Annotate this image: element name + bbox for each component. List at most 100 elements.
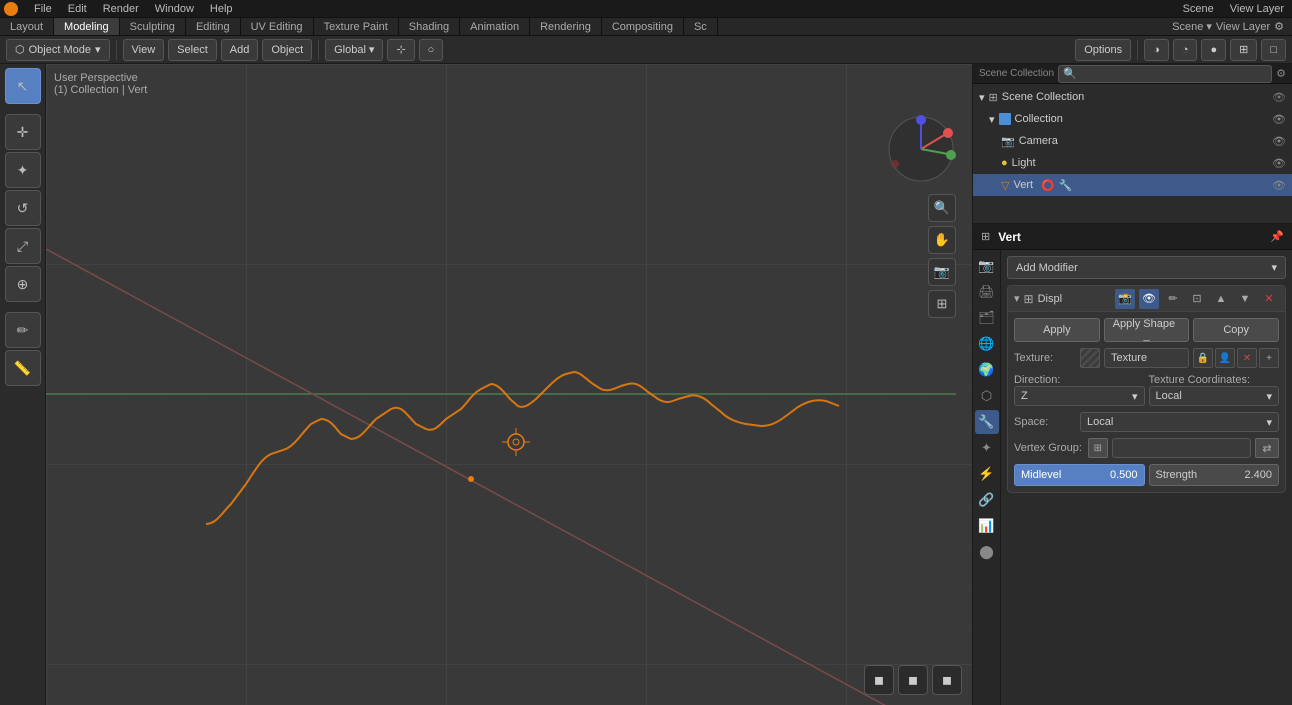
texture-new-icon[interactable]: + — [1259, 348, 1279, 368]
mod-move-down-icon[interactable]: ▼ — [1235, 289, 1255, 309]
tab-rendering[interactable]: Rendering — [530, 18, 602, 35]
menu-help[interactable]: Help — [206, 3, 237, 15]
camera-eye[interactable]: 👁 — [1272, 135, 1286, 148]
prop-material-icon[interactable]: ⬤ — [975, 540, 999, 564]
prop-view-layer-icon[interactable]: 🗂 — [975, 306, 999, 330]
mod-move-up-icon[interactable]: ▲ — [1211, 289, 1231, 309]
tab-animation[interactable]: Animation — [460, 18, 530, 35]
filter-icon[interactable]: ⚙ — [1274, 20, 1284, 33]
apply-shape-btn[interactable]: Apply Shape _ — [1104, 318, 1190, 342]
timeline-btn-3[interactable]: ◼ — [932, 665, 962, 695]
tab-shading[interactable]: Shading — [399, 18, 460, 35]
view-menu-btn[interactable]: View — [123, 39, 165, 61]
tool-scale[interactable]: ⤢ — [5, 228, 41, 264]
object-menu-btn[interactable]: Object — [262, 39, 312, 61]
viewport-xray[interactable]: □ — [1261, 39, 1286, 61]
outliner-search-input[interactable] — [1058, 65, 1272, 83]
menu-render[interactable]: Render — [99, 3, 143, 15]
tab-compositing[interactable]: Compositing — [602, 18, 684, 35]
vertex-group-input[interactable] — [1112, 438, 1251, 458]
tab-modeling[interactable]: Modeling — [54, 18, 120, 35]
camera-view-btn[interactable]: 📷 — [928, 258, 956, 286]
viewport-shading-material[interactable]: ◔ — [1173, 39, 1198, 61]
timeline-btn-2[interactable]: ◼ — [898, 665, 928, 695]
add-menu-btn[interactable]: Add — [221, 39, 259, 61]
prop-constraints-icon[interactable]: 🔗 — [975, 488, 999, 512]
select-menu-btn[interactable]: Select — [168, 39, 217, 61]
pan-btn[interactable]: ✋ — [928, 226, 956, 254]
outliner-filter-icon[interactable]: ⚙ — [1276, 67, 1286, 80]
menu-file[interactable]: File — [30, 3, 56, 15]
tool-transform[interactable]: ⊕ — [5, 266, 41, 302]
prop-render-icon[interactable]: 📷 — [975, 254, 999, 278]
vertex-swap-btn[interactable]: ⇄ — [1255, 438, 1279, 458]
modifier-collapse-icon[interactable]: ▾ — [1014, 292, 1020, 305]
tab-layout[interactable]: Layout — [0, 18, 54, 35]
tool-select[interactable]: ↖ — [5, 68, 41, 104]
menu-edit[interactable]: Edit — [64, 3, 91, 15]
vertex-group-icon[interactable]: ⊞ — [1088, 438, 1108, 458]
scene-collection-eye[interactable]: 👁 — [1272, 91, 1286, 104]
blender-logo-icon[interactable] — [4, 2, 18, 16]
texture-clear-icon[interactable]: ✕ — [1237, 348, 1257, 368]
transform-dropdown[interactable]: Global ▾ — [325, 39, 383, 61]
prop-scene-icon[interactable]: 🌐 — [975, 332, 999, 356]
direction-dropdown[interactable]: Z ▾ — [1014, 386, 1145, 406]
outliner-item-light[interactable]: ● Light 👁 — [973, 152, 1292, 174]
render-region-btn[interactable]: ⊞ — [928, 290, 956, 318]
tool-move[interactable]: ✦ — [5, 152, 41, 188]
collection-eye[interactable]: 👁 — [1272, 113, 1286, 126]
tab-sc[interactable]: Sc — [684, 18, 718, 35]
mod-close-icon[interactable]: ✕ — [1259, 289, 1279, 309]
view-layer-dropdown[interactable]: View Layer — [1216, 21, 1270, 33]
zoom-in-btn[interactable]: 🔍 — [928, 194, 956, 222]
mod-render-icon[interactable]: 📸 — [1115, 289, 1135, 309]
prop-modifier-icon active[interactable]: 🔧 — [975, 410, 999, 434]
mod-viewport-icon[interactable]: 👁 — [1139, 289, 1159, 309]
prop-physics-icon[interactable]: ⚡ — [975, 462, 999, 486]
outliner-item-camera[interactable]: 📷 Camera 👁 — [973, 130, 1292, 152]
space-dropdown[interactable]: Local ▾ — [1080, 412, 1279, 432]
mod-edit-icon[interactable]: ✏ — [1163, 289, 1183, 309]
viewport-shading-rendered[interactable]: ● — [1201, 39, 1226, 61]
scene-dropdown[interactable]: Scene ▾ — [1172, 20, 1212, 33]
viewport[interactable]: User Perspective (1) Collection | Vert — [46, 64, 972, 705]
tab-sculpting[interactable]: Sculpting — [120, 18, 186, 35]
menu-window[interactable]: Window — [151, 3, 198, 15]
timeline-btn-1[interactable]: ◼ — [864, 665, 894, 695]
prop-output-icon[interactable]: 🖨 — [975, 280, 999, 304]
tool-measure[interactable]: 📏 — [5, 350, 41, 386]
prop-world-icon[interactable]: 🌍 — [975, 358, 999, 382]
vert-eye[interactable]: 👁 — [1272, 179, 1286, 192]
prop-particles-icon[interactable]: ✦ — [975, 436, 999, 460]
pin-icon[interactable]: 📌 — [1270, 230, 1284, 243]
strength-field[interactable]: Strength 2.400 — [1149, 464, 1280, 486]
outliner-item-collection[interactable]: ▾ Collection 👁 — [973, 108, 1292, 130]
outliner-item-scene-collection[interactable]: ▾ ⊞ Scene Collection 👁 — [973, 86, 1292, 108]
texture-name-input[interactable]: Texture — [1104, 348, 1189, 368]
midlevel-field[interactable]: Midlevel 0.500 — [1014, 464, 1145, 486]
texture-shield-icon[interactable]: 🔒 — [1193, 348, 1213, 368]
tool-rotate[interactable]: ↺ — [5, 190, 41, 226]
snap-toggle[interactable]: ⊹ — [387, 39, 414, 61]
viewport-overlays[interactable]: ⊞ — [1230, 39, 1257, 61]
light-eye[interactable]: 👁 — [1272, 157, 1286, 170]
proportional-edit[interactable]: ○ — [419, 39, 444, 61]
copy-btn[interactable]: Copy — [1193, 318, 1279, 342]
texture-user-icon[interactable]: 👤 — [1215, 348, 1235, 368]
tool-cursor[interactable]: ✛ — [5, 114, 41, 150]
mod-cage-icon[interactable]: ⊡ — [1187, 289, 1207, 309]
tab-editing[interactable]: Editing — [186, 18, 241, 35]
add-modifier-btn[interactable]: Add Modifier ▾ — [1007, 256, 1286, 279]
prop-object-icon[interactable]: ⬡ — [975, 384, 999, 408]
outliner-item-vert[interactable]: ▽ Vert ⭕ 🔧 👁 — [973, 174, 1292, 196]
tool-annotate[interactable]: ✏ — [5, 312, 41, 348]
tab-uv-editing[interactable]: UV Editing — [241, 18, 314, 35]
options-btn[interactable]: Options — [1075, 39, 1131, 61]
prop-data-icon[interactable]: 📊 — [975, 514, 999, 538]
mode-selector[interactable]: ⬡ Object Mode ▾ — [6, 39, 110, 61]
apply-btn[interactable]: Apply — [1014, 318, 1100, 342]
viewport-shading-solid[interactable]: ◑ — [1144, 39, 1169, 61]
tab-texture-paint[interactable]: Texture Paint — [314, 18, 399, 35]
texture-coords-dropdown[interactable]: Local ▾ — [1149, 386, 1280, 406]
